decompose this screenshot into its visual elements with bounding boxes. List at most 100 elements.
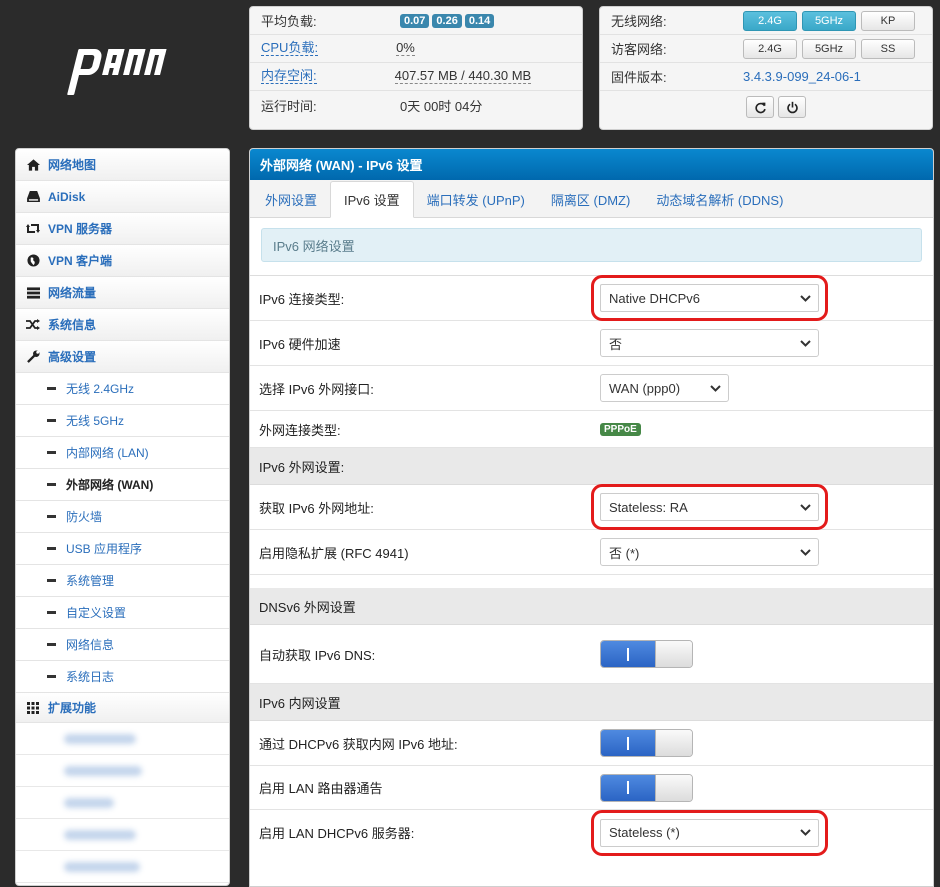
sidebar-item-system-info[interactable]: 系统信息 <box>16 309 229 341</box>
lan-ra-toggle[interactable] <box>600 773 693 802</box>
page-title: 外部网络 (WAN) - IPv6 设置 <box>250 149 933 180</box>
wan-if-row: 选择 IPv6 外网接口: WAN (ppp0) <box>250 366 933 411</box>
privacy-select[interactable]: 否 (*) <box>600 538 819 566</box>
guest-5g-button[interactable]: 5GHz <box>802 38 856 59</box>
dash-icon <box>47 451 56 454</box>
sidebar-item-vpn-client[interactable]: VPN 客户端 <box>16 245 229 277</box>
sidebar-item-network-map[interactable]: 网络地图 <box>16 149 229 181</box>
auto-dns-toggle[interactable] <box>600 640 693 668</box>
wan-if-select[interactable]: WAN (ppp0) <box>600 374 729 402</box>
sidebar-blurred-item[interactable] <box>16 851 229 883</box>
cpu-link[interactable]: CPU负载: <box>261 41 319 56</box>
wifi-kp-button[interactable]: KP <box>861 10 915 31</box>
list-icon <box>26 286 40 300</box>
sidebar-sub-label: 无线 2.4GHz <box>66 382 135 396</box>
dash-icon <box>47 579 56 582</box>
chevron-down-icon <box>799 827 811 839</box>
memory-link[interactable]: 内存空闲: <box>261 69 317 84</box>
disk-icon <box>26 190 40 204</box>
home-icon <box>26 158 40 172</box>
sidebar-sub-label: 外部网络 (WAN) <box>66 478 154 492</box>
info-alert: IPv6 网络设置 <box>261 228 922 262</box>
dhcp-lan-toggle[interactable] <box>600 729 693 757</box>
sidebar-item-vpn-server[interactable]: VPN 服务器 <box>16 213 229 245</box>
sidebar-sub-custom[interactable]: 自定义设置 <box>16 597 229 629</box>
toggle-off-part <box>655 730 692 756</box>
memory-value: 407.57 MB / 440.30 MB <box>394 68 532 84</box>
sidebar-sub-label: 自定义设置 <box>66 606 127 620</box>
firmware-version-link[interactable]: 3.4.3.9-099_24-06-1 <box>743 69 861 84</box>
sidebar-sub-firewall[interactable]: 防火墙 <box>16 501 229 533</box>
sidebar-sub-label: 无线 5GHz <box>66 414 125 428</box>
sidebar-sub-label: 系统管理 <box>66 574 115 588</box>
sidebar-item-label: VPN 客户端 <box>48 254 113 268</box>
refresh-button[interactable] <box>746 96 774 118</box>
wifi-2g-button[interactable]: 2.4G <box>743 10 797 31</box>
tab-ddns[interactable]: 动态域名解析 (DDNS) <box>643 181 796 217</box>
dash-icon <box>47 643 56 646</box>
hw-accel-label: IPv6 硬件加速 <box>259 336 341 352</box>
grid-icon <box>26 701 40 715</box>
dhcp-lan-row: 通过 DHCPv6 获取内网 IPv6 地址: <box>250 721 933 766</box>
wifi-row: 无线网络: 2.4G 5GHz KP <box>600 7 932 35</box>
load-row: 平均负载: 0.07 0.26 0.14 <box>250 7 582 35</box>
get-addr-select[interactable]: Stateless: RA <box>591 484 828 530</box>
sidebar-sub-lan[interactable]: 内部网络 (LAN) <box>16 437 229 469</box>
wan-type-row: 外网连接类型: PPPoE <box>250 411 933 448</box>
wan-type-label: 外网连接类型: <box>259 422 341 438</box>
dhcp-lan-label: 通过 DHCPv6 获取内网 IPv6 地址: <box>259 736 458 752</box>
tab-port-forward[interactable]: 端口转发 (UPnP) <box>414 181 538 217</box>
tab-bar: 外网设置 IPv6 设置 端口转发 (UPnP) 隔离区 (DMZ) 动态域名解… <box>250 180 933 218</box>
dash-icon <box>47 483 56 486</box>
dash-icon <box>47 387 56 390</box>
dash-icon <box>47 515 56 518</box>
sidebar-sub-wan[interactable]: 外部网络 (WAN) <box>16 469 229 501</box>
conn-type-select[interactable]: Native DHCPv6 <box>591 275 828 321</box>
tab-wan-settings[interactable]: 外网设置 <box>252 181 330 217</box>
wifi-label: 无线网络: <box>611 14 667 29</box>
sidebar-item-advanced[interactable]: 高级设置 <box>16 341 229 373</box>
guest-ss-button[interactable]: SS <box>861 38 915 59</box>
sidebar-blurred-item[interactable] <box>16 723 229 755</box>
sidebar-blurred-item[interactable] <box>16 755 229 787</box>
sidebar-sub-wifi-2g[interactable]: 无线 2.4GHz <box>16 373 229 405</box>
chevron-down-icon <box>799 546 811 558</box>
retweet-icon <box>26 222 40 236</box>
toggle-on-part <box>601 641 655 667</box>
uptime-value: 0天 00时 04分 <box>400 98 483 114</box>
padavan-logo <box>67 49 167 95</box>
lan-dhcp-label: 启用 LAN DHCPv6 服务器: <box>259 826 415 841</box>
chevron-down-icon <box>799 292 811 304</box>
hw-accel-select[interactable]: 否 <box>600 329 819 357</box>
privacy-label: 启用隐私扩展 (RFC 4941) <box>259 545 409 561</box>
wrench-icon <box>26 350 40 364</box>
sidebar-sub-netinfo[interactable]: 网络信息 <box>16 629 229 661</box>
firmware-label: 固件版本: <box>611 70 667 85</box>
sidebar-sub-label: 内部网络 (LAN) <box>66 446 149 460</box>
toggle-on-part <box>601 774 655 801</box>
wifi-5g-button[interactable]: 5GHz <box>802 10 856 31</box>
sidebar-item-label: AiDisk <box>48 189 86 204</box>
sidebar-sub-label: 网络信息 <box>66 638 115 652</box>
tab-dmz[interactable]: 隔离区 (DMZ) <box>538 181 643 217</box>
guest-2g-button[interactable]: 2.4G <box>743 38 797 59</box>
tab-ipv6-settings[interactable]: IPv6 设置 <box>330 181 414 218</box>
sidebar-item-extensions[interactable]: 扩展功能 <box>16 693 229 723</box>
auto-dns-label: 自动获取 IPv6 DNS: <box>259 647 376 663</box>
sidebar-blurred-item[interactable] <box>16 819 229 851</box>
uptime-row: 运行时间: 0天 00时 04分 <box>250 91 582 119</box>
sidebar-blurred-item[interactable] <box>16 787 229 819</box>
sidebar-item-aidisk[interactable]: AiDisk <box>16 181 229 213</box>
lan-dhcp-select[interactable]: Stateless (*) <box>591 809 828 856</box>
sidebar-item-traffic[interactable]: 网络流量 <box>16 277 229 309</box>
select-value: Stateless (*) <box>609 825 680 840</box>
power-button[interactable] <box>778 96 806 118</box>
sidebar-sub-admin[interactable]: 系统管理 <box>16 565 229 597</box>
sidebar-sub-usb[interactable]: USB 应用程序 <box>16 533 229 565</box>
sidebar-sub-wifi-5g[interactable]: 无线 5GHz <box>16 405 229 437</box>
sidebar-sub-syslog[interactable]: 系统日志 <box>16 661 229 693</box>
hw-accel-row: IPv6 硬件加速 否 <box>250 321 933 366</box>
globe-icon <box>26 254 40 268</box>
sidebar-item-label: 高级设置 <box>48 350 97 364</box>
shuffle-icon <box>26 318 40 332</box>
